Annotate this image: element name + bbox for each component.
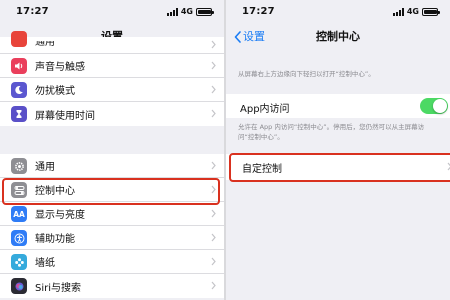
chevron-left-icon (234, 31, 241, 43)
row-label: 墙纸 (35, 258, 55, 269)
chevron-right-icon (211, 85, 216, 94)
app-access-note: 允许在 App 内访问“控制中心”。停用后，您仍然可以从主屏幕访问“控制中心”。 (238, 123, 425, 141)
settings-row-display[interactable]: AA 显示与亮度 (0, 202, 224, 226)
row-label: 勿扰模式 (35, 86, 75, 97)
row-label: 显示与亮度 (35, 210, 85, 221)
page-title: 控制中心 (316, 30, 360, 43)
network-type: 4G (406, 7, 419, 16)
settings-row-sounds[interactable]: 声音与触感 (0, 54, 224, 78)
siri-icon (11, 278, 27, 294)
chevron-right-icon (211, 40, 216, 49)
status-time: 17:27 (16, 6, 49, 17)
settings-row-general[interactable]: 通用 (0, 154, 224, 178)
network-type: 4G (180, 7, 193, 16)
highlight-control-center (2, 178, 220, 205)
text-size-icon: AA (11, 206, 27, 222)
flower-icon (11, 254, 27, 270)
chevron-right-icon (211, 281, 216, 290)
status-bar: 17:27 4G (226, 0, 450, 24)
speaker-icon (11, 58, 27, 74)
settings-group-1: 通用 声音与触感 勿扰模式 屏幕使用时间 (0, 31, 224, 126)
row-label: 声音与触感 (35, 62, 85, 73)
row-label: 辅助功能 (35, 234, 75, 245)
chevron-right-icon (211, 161, 216, 170)
hourglass-icon (11, 106, 27, 122)
app-access-toggle[interactable] (420, 98, 448, 114)
chevron-right-icon (211, 209, 216, 218)
row-label: 屏幕使用时间 (35, 110, 95, 122)
app-access-label: App内访问 (240, 104, 290, 115)
toggle-knob (433, 99, 447, 113)
row-label: 通用 (35, 162, 55, 173)
chevron-right-icon (211, 109, 216, 118)
accessibility-icon (11, 230, 27, 246)
settings-screen: 17:27 4G 设置 通用 声音与触感 勿扰模式 (0, 0, 224, 300)
row-label: Siri与搜索 (35, 282, 82, 294)
battery-icon (422, 7, 440, 16)
highlight-custom-controls (229, 153, 450, 182)
back-label: 设置 (243, 30, 265, 43)
settings-row-siri[interactable]: Siri与搜索 (0, 274, 224, 298)
nav-bar: 设置 控制中心 (226, 24, 450, 50)
intro-text: 从屏幕右上方边缘向下轻扫以打开“控制中心”。 (238, 70, 375, 78)
battery-icon (196, 7, 214, 16)
settings-group-2: 通用 控制中心 AA 显示与亮度 辅助功能 墙纸 Siri与搜索 (0, 154, 224, 298)
chevron-right-icon (211, 61, 216, 70)
settings-row-screen-time[interactable]: 屏幕使用时间 (0, 102, 224, 126)
back-button[interactable]: 设置 (234, 24, 265, 50)
app-access-group: App内访问 (226, 94, 450, 118)
moon-icon (11, 82, 27, 98)
partial-row-icon (11, 31, 27, 47)
signal-icon (392, 7, 404, 16)
settings-row-general-partial[interactable]: 通用 (0, 31, 224, 54)
gear-icon (11, 158, 27, 174)
signal-icon (166, 7, 178, 16)
settings-row-accessibility[interactable]: 辅助功能 (0, 226, 224, 250)
status-time: 17:27 (242, 6, 275, 17)
chevron-right-icon (211, 233, 216, 242)
control-center-screen: 17:27 4G 设置 控制中心 从屏幕右上方边缘向下轻扫以打开“控制中心”。 … (226, 0, 450, 300)
settings-row-wallpaper[interactable]: 墙纸 (0, 250, 224, 274)
settings-row-dnd[interactable]: 勿扰模式 (0, 78, 224, 102)
status-bar: 17:27 4G (0, 0, 224, 24)
chevron-right-icon (211, 257, 216, 266)
